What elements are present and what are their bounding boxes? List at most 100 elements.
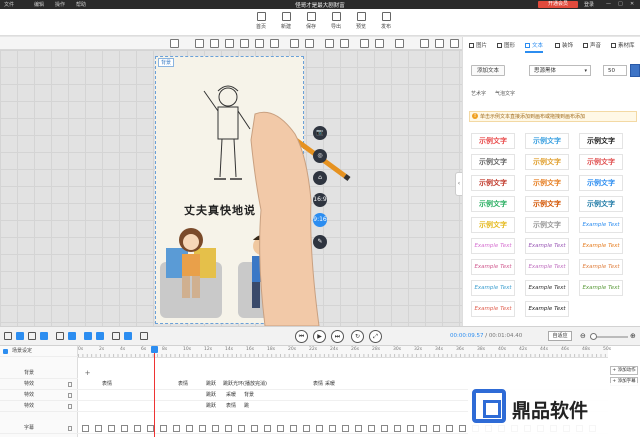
zoom-slider[interactable] (590, 333, 628, 340)
track-header-subtitle[interactable]: 字幕 (0, 423, 78, 434)
lock-icon[interactable] (68, 382, 72, 387)
zoom-in-icon[interactable]: ⊕ (630, 332, 636, 340)
split-icon[interactable] (56, 332, 64, 340)
delete-clip-icon[interactable] (140, 332, 148, 340)
tab-sound[interactable]: 声音 (583, 39, 601, 53)
vip-button[interactable]: 开通会员 (538, 1, 578, 8)
subtitle-clip[interactable] (303, 425, 310, 432)
text-style-option[interactable]: Example Text (525, 259, 569, 275)
text-style-option[interactable]: 示例文字 (579, 154, 623, 170)
subtitle-clip[interactable] (433, 425, 440, 432)
next-frame-icon[interactable]: ⏭ (331, 330, 344, 343)
login-link[interactable]: 登录 (584, 1, 594, 8)
tab-text[interactable]: 文本 (525, 39, 544, 53)
text-style-option[interactable]: Example Text (579, 217, 623, 233)
align-center-icon[interactable] (210, 39, 219, 48)
lock-icon[interactable] (68, 426, 72, 431)
timeline-clip[interactable]: 表情 (226, 402, 236, 411)
text-style-option[interactable]: Example Text (525, 301, 569, 317)
subtitle-clip[interactable] (420, 425, 427, 432)
timeline-clip[interactable]: 采暖 (325, 380, 335, 389)
text-style-option[interactable]: Example Text (579, 238, 623, 254)
fullscreen-icon[interactable]: ⤢ (369, 330, 382, 343)
font-select[interactable]: 思源黑体 ▾ (529, 65, 591, 76)
subtitle-clip[interactable] (368, 425, 375, 432)
prev-frame-icon[interactable]: ⏮ (295, 330, 308, 343)
subtitle-clip[interactable] (355, 425, 362, 432)
ratio-9-16-button[interactable]: 9:16 (313, 213, 327, 227)
save-button[interactable]: 保存 (300, 12, 322, 30)
timeline-clip[interactable]: 表情 (313, 380, 323, 389)
text-style-option[interactable]: Example Text (471, 259, 515, 275)
text-style-option[interactable]: 示例文字 (471, 175, 515, 191)
text-style-option[interactable]: 示例文字 (471, 217, 515, 233)
delete-icon[interactable] (395, 39, 404, 48)
distribute-v-icon[interactable] (305, 39, 314, 48)
text-style-option[interactable]: 示例文字 (579, 175, 623, 191)
subtitle-clip[interactable] (225, 425, 232, 432)
text-style-option[interactable]: 示例文字 (579, 196, 623, 212)
subtab-art-text[interactable]: 艺术字 (471, 90, 486, 97)
add-action-button[interactable]: + 添加动作 (610, 366, 638, 375)
text-style-option[interactable]: 示例文字 (525, 154, 569, 170)
maximize-icon[interactable]: □ (618, 1, 623, 7)
home-button[interactable]: 首页 (250, 12, 272, 30)
tab-decor[interactable]: 装饰 (555, 39, 573, 53)
text-style-option[interactable]: Example Text (525, 280, 569, 296)
layer-icon[interactable] (40, 332, 48, 340)
add-text-button[interactable]: 添加文本 (471, 65, 505, 76)
timeline-clip[interactable]: 跳跃 (206, 402, 216, 411)
subtitle-clip[interactable] (264, 425, 271, 432)
subtitle-clip[interactable] (199, 425, 206, 432)
subtitle-clip[interactable] (82, 425, 89, 432)
align-right-icon[interactable] (225, 39, 234, 48)
subtitle-clip[interactable] (147, 425, 154, 432)
subtitle-clip[interactable] (290, 425, 297, 432)
playhead[interactable] (151, 346, 158, 437)
subtitle-clip[interactable] (277, 425, 284, 432)
close-icon[interactable]: ✕ (630, 1, 634, 7)
text-style-option[interactable]: Example Text (525, 238, 569, 254)
subtitle-clip[interactable] (316, 425, 323, 432)
tab-image[interactable]: 图片 (469, 39, 487, 53)
pen-icon[interactable]: ✎ (313, 235, 327, 249)
text-style-option[interactable]: Example Text (579, 280, 623, 296)
flip-icon[interactable] (360, 39, 369, 48)
copy-icon[interactable] (375, 39, 384, 48)
track-header-bg[interactable]: 背景 (0, 368, 78, 379)
record-screen-icon[interactable] (4, 332, 12, 340)
paste-icon[interactable] (112, 332, 120, 340)
record-icon[interactable]: ◎ (313, 149, 327, 163)
track-header-fx[interactable]: 特效 (0, 379, 78, 390)
scene-icon[interactable] (28, 332, 36, 340)
text-style-option[interactable]: 示例文字 (525, 196, 569, 212)
text-style-option[interactable]: Example Text (471, 280, 515, 296)
minimize-icon[interactable]: — (606, 1, 611, 7)
timeline-clip[interactable]: 跳 (244, 402, 249, 411)
more-icon[interactable] (450, 39, 459, 48)
text-style-option[interactable]: 示例文字 (525, 217, 569, 233)
tab-library[interactable]: 素材库 (611, 39, 635, 53)
subtitle-clip[interactable] (342, 425, 349, 432)
play-icon[interactable]: ▶ (313, 330, 326, 343)
camera-icon[interactable]: 📷 (313, 126, 327, 140)
subtitle-clip[interactable] (160, 425, 167, 432)
subtitle-clip[interactable] (459, 425, 466, 432)
lock-icon[interactable] (68, 393, 72, 398)
text-style-option[interactable]: 示例文字 (525, 175, 569, 191)
subtitle-clip[interactable] (381, 425, 388, 432)
timeline-clip[interactable]: 跳跃 (206, 380, 216, 389)
subtitle-clip[interactable] (238, 425, 245, 432)
text-style-option[interactable]: Example Text (471, 301, 515, 317)
text-color-swatch[interactable] (630, 64, 640, 77)
ungroup-icon[interactable] (435, 39, 444, 48)
add-track-icon[interactable]: + (84, 370, 91, 377)
text-style-option[interactable]: Example Text (471, 238, 515, 254)
timeline-clip[interactable]: 表情 (178, 380, 188, 389)
subtitle-clip[interactable] (212, 425, 219, 432)
fit-button[interactable]: 自适应 (548, 331, 572, 341)
subtitle-clip[interactable] (95, 425, 102, 432)
subtitle-clip[interactable] (134, 425, 141, 432)
align-left-icon[interactable] (195, 39, 204, 48)
copy-clip-icon[interactable] (68, 332, 76, 340)
